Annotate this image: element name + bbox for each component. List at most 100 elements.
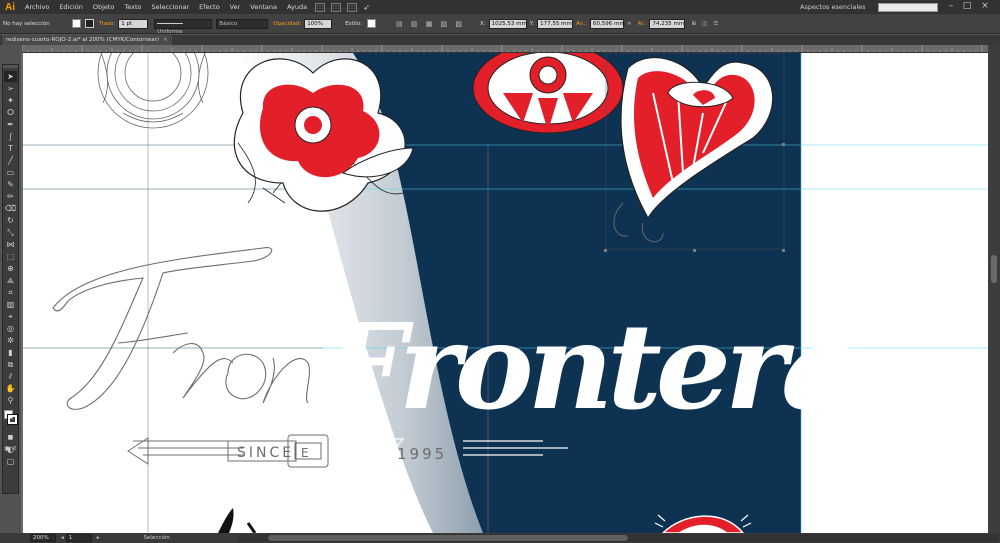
lasso-tool-icon[interactable]: ⵔ bbox=[4, 107, 17, 118]
free-transform-tool-icon[interactable]: ⬚ bbox=[4, 251, 17, 262]
stroke-color-swatch[interactable] bbox=[7, 414, 18, 425]
close-tab-icon[interactable]: × bbox=[163, 37, 168, 43]
document-tab-title: rediseno-cuarto-ROJO-2.ai* al 200% (CMYK… bbox=[6, 37, 160, 43]
maximize-icon[interactable]: □ bbox=[960, 1, 974, 12]
menu-ventana[interactable]: Ventana bbox=[245, 0, 282, 14]
slice-tool-icon[interactable]: ⫽ bbox=[4, 371, 17, 382]
pen-tool-icon[interactable]: ✒ bbox=[4, 119, 17, 130]
artboard-number-field[interactable]: 1 bbox=[65, 534, 92, 542]
menu-efecto[interactable]: Efecto bbox=[194, 0, 225, 14]
menu-archivo[interactable]: Archivo bbox=[20, 0, 54, 14]
height-label[interactable]: Al.: bbox=[635, 21, 650, 27]
zoom-tool-icon[interactable]: ⚲ bbox=[4, 395, 17, 406]
artwork: Frontera SINCE E 1995 bbox=[23, 53, 988, 533]
gpu-performance-icon[interactable]: ➶ bbox=[363, 3, 370, 12]
selection-tool-icon[interactable]: ➤ bbox=[4, 71, 17, 82]
stroke-swatch[interactable] bbox=[85, 19, 94, 28]
vertical-scroll-thumb[interactable] bbox=[991, 255, 997, 283]
badge-since-text: SINCE bbox=[237, 445, 294, 461]
document-tab-bar: rediseno-cuarto-ROJO-2.ai* al 200% (CMYK… bbox=[0, 35, 1000, 45]
link-proportions-icon[interactable]: ∞ bbox=[627, 21, 632, 27]
y-field[interactable]: 177,55 mm bbox=[537, 18, 574, 29]
tools-panel: ➤ ➢ ✦ ⵔ ✒ ∫ T ╱ ▭ ✎ ✏ ⌫ ↻ ⤡ ⋈ ⬚ ⊕ ⟁ ⌗ ▥ … bbox=[2, 64, 19, 494]
rotate-tool-icon[interactable]: ↻ bbox=[4, 215, 17, 226]
arrange-documents-icon[interactable] bbox=[347, 2, 358, 12]
document-tab[interactable]: rediseno-cuarto-ROJO-2.ai* al 200% (CMYK… bbox=[2, 35, 172, 45]
artboard-next-icon[interactable]: ▸ bbox=[97, 535, 100, 541]
horizontal-scrollbar[interactable] bbox=[238, 534, 998, 542]
app-logo: Ai bbox=[5, 1, 15, 13]
style-swatch[interactable] bbox=[367, 19, 377, 28]
vertical-scrollbar[interactable] bbox=[988, 45, 1000, 533]
color-mode-icon[interactable]: ■ ▣ ⊘ bbox=[4, 432, 17, 452]
bridge-icon[interactable] bbox=[315, 2, 326, 12]
width-label[interactable]: An.: bbox=[573, 21, 590, 27]
height-field[interactable]: 74,235 mm bbox=[649, 18, 686, 29]
stock-icon[interactable] bbox=[331, 2, 342, 12]
column-graph-tool-icon[interactable]: ▮ bbox=[4, 347, 17, 358]
close-window-icon[interactable]: × bbox=[978, 1, 992, 12]
symbol-sprayer-tool-icon[interactable]: ✲ bbox=[4, 335, 17, 346]
magic-wand-tool-icon[interactable]: ✦ bbox=[4, 95, 17, 106]
hand-tool-icon[interactable]: ✋ bbox=[4, 383, 17, 394]
transform-icon[interactable]: ⊞ bbox=[691, 21, 696, 27]
artboard-tool-icon[interactable]: ⧉ bbox=[4, 359, 17, 370]
control-menu-icon[interactable]: ☰ bbox=[713, 21, 718, 27]
direct-selection-tool-icon[interactable]: ➢ bbox=[4, 83, 17, 94]
ruler-ticks bbox=[22, 45, 983, 52]
mesh-tool-icon[interactable]: ⌗ bbox=[4, 287, 17, 298]
eyedropper-tool-icon[interactable]: ⌖ bbox=[4, 311, 17, 322]
menu-ver[interactable]: Ver bbox=[225, 0, 246, 14]
rectangle-tool-icon[interactable]: ▭ bbox=[4, 167, 17, 178]
stroke-label[interactable]: Trazo: bbox=[96, 21, 118, 27]
horizontal-scroll-thumb[interactable] bbox=[268, 535, 628, 541]
width-tool-icon[interactable]: ⋈ bbox=[4, 239, 17, 250]
workspace-switcher[interactable]: Aspectos esenciales bbox=[800, 0, 866, 14]
mandala-outline bbox=[97, 53, 209, 129]
line-tool-icon[interactable]: ╱ bbox=[4, 155, 17, 166]
fill-stroke-widget[interactable] bbox=[3, 410, 18, 432]
isolate-icon[interactable]: ◫ bbox=[702, 21, 707, 27]
align-icons[interactable]: ▤ ▥ ▦ ▧ ▨ bbox=[396, 20, 465, 28]
stroke-profile-select[interactable]: Uniforme bbox=[154, 18, 213, 35]
bottom-script-fragment bbox=[218, 508, 234, 533]
menu-objeto[interactable]: Objeto bbox=[88, 0, 120, 14]
opacity-label[interactable]: Opacidad: bbox=[270, 21, 304, 27]
horizontal-ruler[interactable] bbox=[22, 45, 988, 53]
menu-seleccionar[interactable]: Seleccionar bbox=[147, 0, 195, 14]
minimize-icon[interactable]: – bbox=[944, 1, 958, 12]
brush-select[interactable]: Básico bbox=[216, 18, 269, 29]
menu-edicion[interactable]: Edición bbox=[54, 0, 88, 14]
status-tool-label[interactable]: Selección bbox=[144, 535, 170, 541]
status-bar: 200% ◂ 1 ▸ Selección bbox=[0, 533, 1000, 543]
x-field[interactable]: 1025,53 mm bbox=[488, 18, 527, 29]
type-tool-icon[interactable]: T bbox=[4, 143, 17, 154]
screen-mode-icon[interactable]: ▢ bbox=[4, 456, 17, 467]
x-label: X: bbox=[480, 20, 486, 27]
eraser-tool-icon[interactable]: ⌫ bbox=[4, 203, 17, 214]
y-label: Y: bbox=[529, 20, 535, 27]
menu-texto[interactable]: Texto bbox=[119, 0, 146, 14]
artboard-prev-icon[interactable]: ◂ bbox=[61, 535, 64, 541]
bottom-script-fragment-2 bbox=[246, 522, 257, 533]
perspective-grid-tool-icon[interactable]: ⟁ bbox=[4, 275, 17, 286]
paintbrush-tool-icon[interactable]: ✎ bbox=[4, 179, 17, 190]
fill-swatch[interactable] bbox=[72, 19, 81, 28]
control-bar: No hay selección Trazo: 1 pt Uniforme Bá… bbox=[0, 14, 1000, 35]
shape-builder-tool-icon[interactable]: ⊕ bbox=[4, 263, 17, 274]
help-search-input[interactable] bbox=[878, 3, 938, 12]
curvature-tool-icon[interactable]: ∫ bbox=[4, 131, 17, 142]
badge-letter-text: E bbox=[301, 446, 309, 460]
artboard-canvas[interactable]: Frontera SINCE E 1995 bbox=[23, 53, 988, 533]
opacity-field[interactable]: 100% bbox=[304, 18, 333, 29]
gradient-tool-icon[interactable]: ▥ bbox=[4, 299, 17, 310]
stroke-weight-field[interactable]: 1 pt bbox=[118, 18, 149, 29]
blend-tool-icon[interactable]: ◎ bbox=[4, 323, 17, 334]
pencil-tool-icon[interactable]: ✏ bbox=[4, 191, 17, 202]
width-field[interactable]: 60,596 mm bbox=[589, 18, 625, 29]
menu-ayuda[interactable]: Ayuda bbox=[282, 0, 312, 14]
scale-tool-icon[interactable]: ⤡ bbox=[4, 227, 17, 238]
tools-panel-grip[interactable] bbox=[3, 65, 18, 68]
badge-year-text: 1995 bbox=[397, 445, 447, 463]
zoom-field[interactable]: 200% bbox=[30, 534, 56, 542]
